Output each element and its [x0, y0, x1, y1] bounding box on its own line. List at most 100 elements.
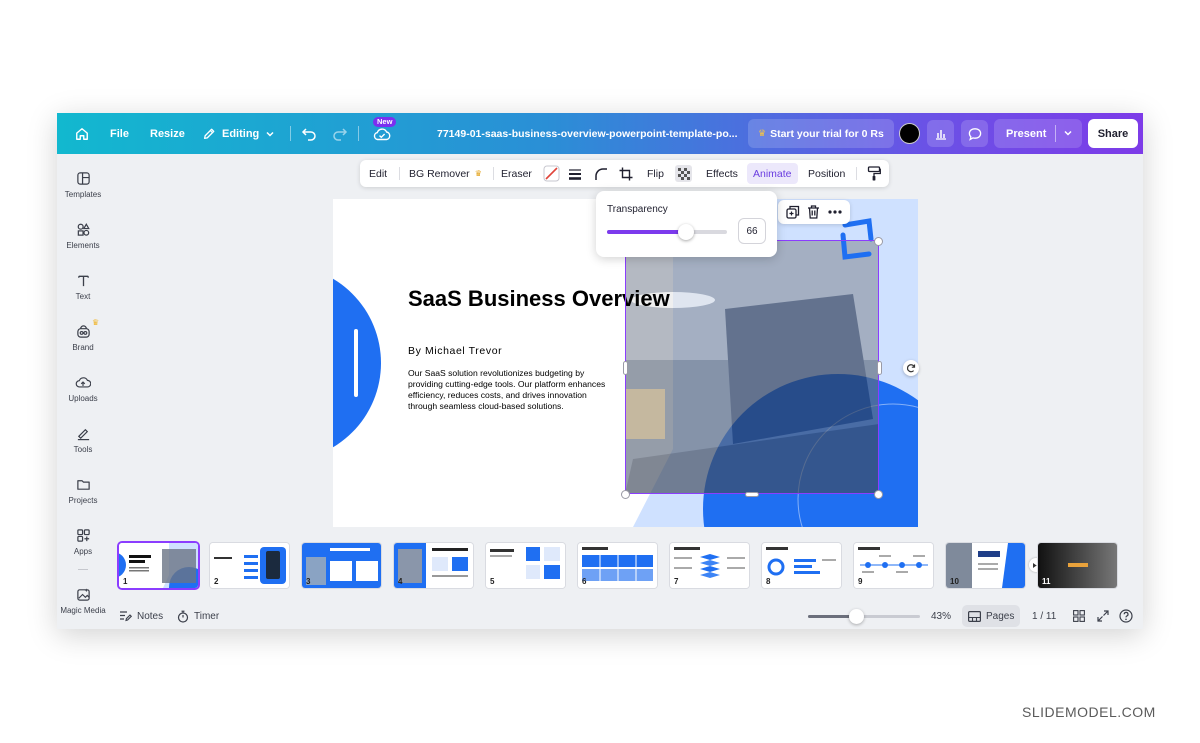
comment-icon [968, 127, 981, 141]
user-avatar[interactable] [899, 123, 920, 144]
page-thumbnail[interactable]: 6 [578, 543, 657, 588]
eraser-button[interactable]: Eraser [501, 160, 532, 187]
zoom-percent[interactable]: 43% [931, 603, 951, 629]
page-number: 4 [398, 577, 403, 586]
page-thumbnail[interactable]: 1 [119, 543, 198, 588]
page-thumbnail[interactable]: 11 [1038, 543, 1117, 588]
share-button[interactable]: Share [1088, 119, 1138, 148]
start-trial-button[interactable]: ♛ Start your trial for 0 Rs [748, 119, 894, 148]
resize-handle-bottom-left[interactable] [621, 490, 630, 499]
toolbar-divider [493, 167, 494, 180]
bg-remover-button[interactable]: BG Remover ♛ [409, 160, 482, 187]
page-thumbnail[interactable]: 7 [670, 543, 749, 588]
page-thumbnail[interactable]: 3 [302, 543, 381, 588]
comments-button[interactable] [961, 120, 988, 147]
document-title[interactable]: 77149-01-saas-business-overview-powerpoi… [437, 113, 738, 154]
resize-button[interactable]: Resize [150, 113, 185, 154]
sidebar-item-uploads[interactable]: Uploads [57, 375, 109, 403]
canva-editor-window: File Resize Editing New 77149-01-saas-bu… [57, 113, 1143, 629]
bar-chart-icon [935, 129, 946, 140]
sidebar-item-templates[interactable]: Templates [57, 171, 109, 199]
left-white-bar [354, 329, 358, 397]
resize-handle-bottom-right[interactable] [874, 490, 883, 499]
sidebar-item-label: Uploads [68, 394, 98, 403]
notes-button[interactable]: Notes [119, 603, 163, 629]
slide-description[interactable]: Our SaaS solution revolutionizes budgeti… [408, 368, 606, 412]
edit-image-button[interactable]: Edit [369, 160, 387, 187]
page-counter[interactable]: 1 / 11 [1032, 603, 1056, 629]
crop-icon [619, 167, 633, 180]
file-menu-button[interactable]: File [110, 113, 129, 154]
present-button[interactable]: Present [994, 119, 1082, 148]
page-thumbnail[interactable]: 5 [486, 543, 565, 588]
editing-mode-button[interactable]: Editing [202, 113, 275, 154]
fullscreen-button[interactable] [1097, 603, 1109, 629]
cloud-check-icon [373, 127, 391, 140]
page-thumbnail[interactable]: 10 [946, 543, 1025, 588]
resize-handle-bottom[interactable] [745, 492, 759, 497]
page-number: 11 [1042, 577, 1051, 586]
sidebar-item-tools[interactable]: Tools [57, 426, 109, 454]
insights-button[interactable] [927, 120, 954, 147]
page-thumbnail[interactable]: 9 [854, 543, 933, 588]
chevron-down-icon[interactable] [1063, 128, 1073, 138]
sidebar-item-label: Text [75, 292, 91, 301]
transparency-icon [677, 167, 690, 180]
copy-style-button[interactable] [867, 160, 881, 187]
timer-button[interactable]: Timer [177, 603, 219, 629]
sidebar-item-brand[interactable]: ♛ Brand [57, 318, 109, 352]
more-options-icon[interactable] [828, 210, 842, 214]
save-status-button[interactable] [373, 113, 391, 154]
bg-remover-label: BG Remover [409, 167, 470, 180]
border-style-button[interactable] [568, 160, 582, 187]
flip-button[interactable]: Flip [647, 160, 664, 187]
corner-rounding-button[interactable] [594, 160, 608, 187]
crown-icon: ♛ [92, 318, 100, 327]
trash-icon[interactable] [807, 205, 820, 219]
image-selection-frame[interactable] [625, 240, 879, 494]
help-button[interactable] [1119, 603, 1133, 629]
effects-button[interactable]: Effects [706, 160, 738, 187]
resize-handle-right[interactable] [877, 361, 882, 375]
resize-handle-top-right[interactable] [874, 237, 883, 246]
sidebar-item-apps[interactable]: Apps [57, 528, 109, 556]
transparency-label: Transparency [607, 204, 668, 215]
transparency-button[interactable] [675, 165, 692, 182]
sidebar-item-label: Tools [73, 445, 93, 454]
slide-author[interactable]: By Michael Trevor [408, 345, 502, 357]
page-thumbnail[interactable]: 4 [394, 543, 473, 588]
page-thumbnail[interactable]: 8 [762, 543, 841, 588]
undo-button[interactable] [301, 113, 317, 154]
pages-view-button[interactable]: Pages [962, 605, 1021, 627]
page-number: 10 [950, 577, 959, 586]
magic-media-icon [76, 588, 90, 601]
home-button[interactable] [71, 113, 93, 154]
zoom-slider-thumb[interactable] [849, 609, 865, 624]
paint-roller-icon [867, 166, 881, 181]
expand-icon [1097, 610, 1109, 622]
toolbar-divider [856, 167, 857, 180]
elements-icon [77, 223, 90, 236]
crop-button[interactable] [619, 160, 633, 187]
animate-button[interactable]: Animate [747, 163, 798, 184]
transparency-slider[interactable] [607, 224, 727, 240]
transparency-value-input[interactable]: 66 [738, 218, 766, 244]
zoom-slider[interactable] [808, 609, 920, 624]
color-button[interactable] [543, 160, 560, 187]
page-thumbnail[interactable]: 2 [210, 543, 289, 588]
duplicate-icon[interactable] [786, 205, 800, 219]
rotate-handle[interactable] [903, 360, 919, 376]
editing-label: Editing [222, 127, 260, 140]
thumbnail-preview [394, 543, 473, 588]
sidebar-item-projects[interactable]: Projects [57, 477, 109, 505]
sidebar-item-elements[interactable]: Elements [57, 222, 109, 250]
element-quick-actions [778, 200, 850, 224]
position-button[interactable]: Position [808, 160, 845, 187]
resize-handle-left[interactable] [623, 361, 628, 375]
redo-button[interactable] [332, 113, 348, 154]
sidebar-item-text[interactable]: Text [57, 273, 109, 301]
grid-view-button[interactable] [1073, 603, 1085, 629]
help-icon [1119, 609, 1133, 623]
apps-icon [76, 529, 90, 542]
transparency-slider-thumb[interactable] [678, 224, 695, 240]
